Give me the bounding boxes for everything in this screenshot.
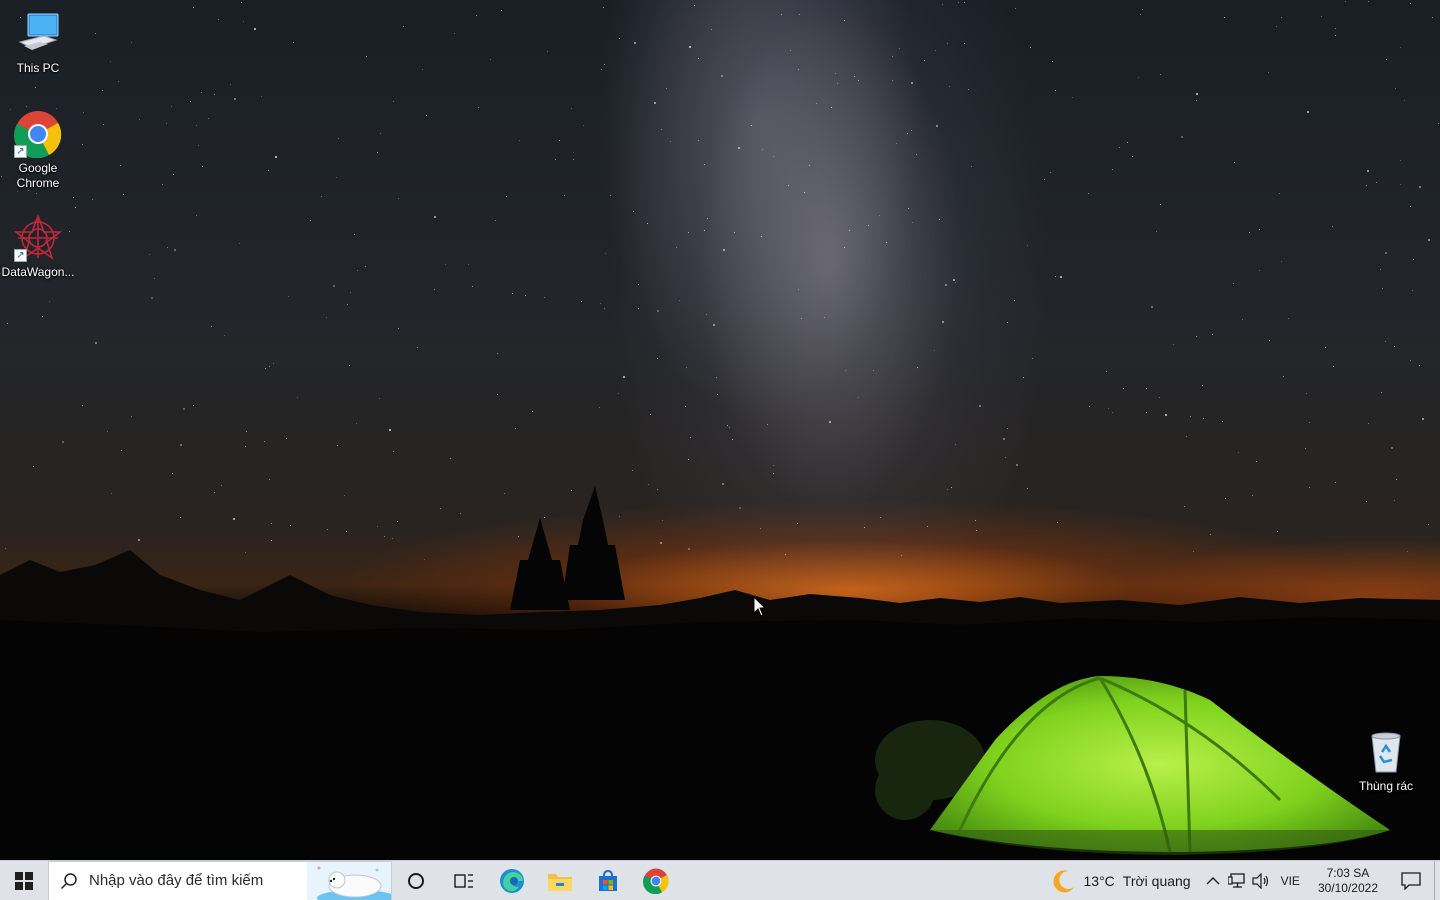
datawagon-icon: ↗ [13,213,63,262]
cortana-circle-icon [408,872,424,889]
windows-logo-icon [15,871,33,890]
green-tent [930,676,1390,855]
search-highlight-bear-art [307,861,391,900]
task-view-button[interactable] [440,861,488,900]
weather-condition: Trời quang [1122,872,1191,889]
taskbar-edge[interactable] [488,861,536,900]
network-button[interactable] [1225,861,1249,900]
search-input[interactable] [89,872,299,889]
clock-time: 7:03 SA [1326,865,1370,880]
show-hidden-icons-button[interactable] [1201,861,1225,900]
desktop-wallpaper [0,0,1440,860]
taskbar: 13°C Trời quang VIE 7:03 SA [0,860,1440,900]
desktop-icon-datawagon[interactable]: ↗ DataWagon... [0,213,76,280]
recycle-bin-icon [1362,728,1410,776]
desktop-icon-google-chrome[interactable]: ↗ Google Chrome [0,110,76,191]
clock-date: 30/10/2022 [1317,880,1378,895]
taskbar-google-chrome[interactable] [632,861,680,900]
notification-icon [1401,871,1421,890]
moon-icon [1053,869,1074,892]
network-icon [1227,872,1245,888]
speaker-icon [1251,872,1268,889]
shortcut-arrow-icon: ↗ [14,145,27,158]
desktop-icon-recycle-bin[interactable]: Thùng rác [1348,728,1424,794]
taskbar-search-box[interactable] [48,860,392,900]
computer-icon [14,10,62,58]
chrome-icon [643,868,669,894]
chevron-up-icon [1206,876,1220,884]
system-tray: 13°C Trời quang VIE 7:03 SA 30/10/2022 [1042,860,1440,900]
desktop-icon-label: This PC [16,61,60,75]
desktop-icon-label: DataWagon... [1,265,75,279]
task-view-icon [454,873,473,888]
desktop-icon-label: Google Chrome [16,161,60,190]
shortcut-arrow-icon: ↗ [14,249,27,262]
store-bag-icon [599,869,617,891]
weather-widget[interactable]: 13°C Trời quang [1042,861,1201,900]
volume-button[interactable] [1249,861,1273,900]
cortana-button[interactable] [392,861,440,900]
folder-icon [548,873,572,891]
action-center-button[interactable] [1388,861,1434,900]
mouse-cursor-icon [753,596,767,617]
weather-temperature: 13°C [1083,872,1115,889]
clock[interactable]: 7:03 SA 30/10/2022 [1308,866,1388,896]
taskbar-file-explorer[interactable] [536,861,584,900]
chrome-icon: ↗ [13,110,62,159]
desktop-icon-label: Thùng rác [1358,779,1414,793]
search-icon [49,872,89,890]
edge-icon [500,868,524,893]
desktop-icon-this-pc[interactable]: This PC [0,10,76,76]
show-desktop-button[interactable] [1434,860,1440,900]
taskbar-microsoft-store[interactable] [584,861,632,900]
start-button[interactable] [0,861,48,900]
input-language-indicator[interactable]: VIE [1273,874,1308,888]
